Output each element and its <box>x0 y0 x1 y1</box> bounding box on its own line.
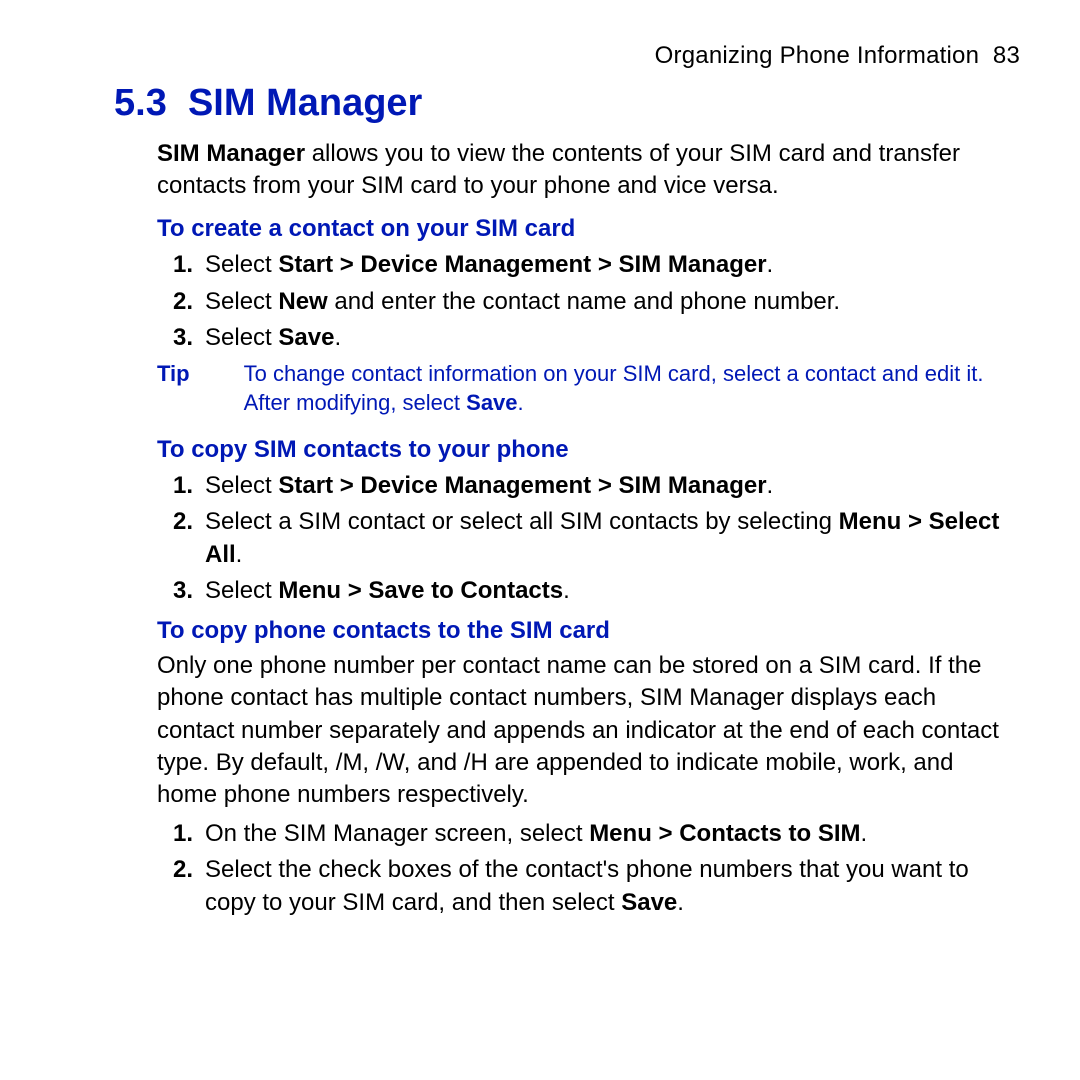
step: Select Menu > Save to Contacts. <box>205 575 1020 607</box>
body: SIM Manager allows you to view the conte… <box>157 138 1020 923</box>
step-text: . <box>236 541 243 568</box>
step-text: Select <box>205 251 278 278</box>
tip-bold: Save <box>466 390 517 415</box>
steps-create-contact: Select Start > Device Management > SIM M… <box>157 249 1020 354</box>
subheading-create-contact: To create a contact on your SIM card <box>157 213 1020 245</box>
steps-copy-to-sim: On the SIM Manager screen, select Menu >… <box>157 818 1020 919</box>
tip-text: To change contact information on your SI… <box>244 360 1020 417</box>
page: Organizing Phone Information 83 5.3 SIM … <box>0 0 1080 1080</box>
section-title-text: SIM Manager <box>188 82 422 124</box>
step-text: . <box>563 577 570 604</box>
section-number: 5.3 <box>114 82 167 124</box>
step-bold: New <box>278 288 327 315</box>
step-text: Select the check boxes of the contact's … <box>205 856 969 915</box>
step-bold: Save <box>621 889 677 916</box>
paragraph-copy-to-sim: Only one phone number per contact name c… <box>157 650 1020 812</box>
step-text: . <box>334 324 341 351</box>
steps-copy-to-phone: Select Start > Device Management > SIM M… <box>157 470 1020 608</box>
step-bold: Start > Device Management > SIM Manager <box>278 472 766 499</box>
step: Select New and enter the contact name an… <box>205 286 1020 318</box>
tip: Tip To change contact information on you… <box>157 360 1020 417</box>
step-text: Select <box>205 577 278 604</box>
step-bold: Start > Device Management > SIM Manager <box>278 251 766 278</box>
step-text: and enter the contact name and phone num… <box>328 288 840 315</box>
step-text: Select <box>205 288 278 315</box>
page-number: 83 <box>993 42 1020 69</box>
step-text: On the SIM Manager screen, select <box>205 820 589 847</box>
step-text: Select a SIM contact or select all SIM c… <box>205 508 839 535</box>
subheading-copy-to-sim: To copy phone contacts to the SIM card <box>157 615 1020 647</box>
intro-lead: SIM Manager <box>157 140 305 167</box>
step-text: Select <box>205 324 278 351</box>
intro-paragraph: SIM Manager allows you to view the conte… <box>157 138 1020 203</box>
step: Select Start > Device Management > SIM M… <box>205 249 1020 281</box>
section-heading: 5.3 SIM Manager <box>114 82 422 125</box>
chapter-title: Organizing Phone Information <box>655 42 979 69</box>
step-text: Select <box>205 472 278 499</box>
step-text: . <box>767 472 774 499</box>
step: Select Start > Device Management > SIM M… <box>205 470 1020 502</box>
step-text: . <box>767 251 774 278</box>
tip-text-part: To change contact information on your SI… <box>244 361 984 415</box>
step-text: . <box>677 889 684 916</box>
tip-text-part: . <box>518 390 524 415</box>
tip-label: Tip <box>157 360 190 417</box>
step: On the SIM Manager screen, select Menu >… <box>205 818 1020 850</box>
step-bold: Menu > Save to Contacts <box>278 577 563 604</box>
subheading-copy-to-phone: To copy SIM contacts to your phone <box>157 434 1020 466</box>
step: Select Save. <box>205 322 1020 354</box>
step-bold: Menu > Contacts to SIM <box>589 820 860 847</box>
step: Select the check boxes of the contact's … <box>205 854 1020 919</box>
step: Select a SIM contact or select all SIM c… <box>205 506 1020 571</box>
running-header: Organizing Phone Information 83 <box>655 42 1020 70</box>
step-text: . <box>861 820 868 847</box>
step-bold: Save <box>278 324 334 351</box>
